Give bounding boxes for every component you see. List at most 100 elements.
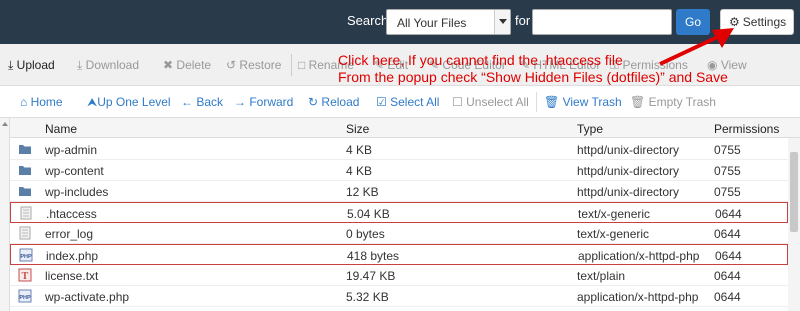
file-name[interactable]: error_log (45, 227, 93, 241)
forward-label: Forward (249, 95, 294, 109)
for-label: for (515, 13, 531, 28)
file-permissions: 0644 (714, 269, 741, 283)
scroll-up-icon[interactable] (2, 122, 8, 126)
file-size: 4 KB (346, 143, 373, 157)
download-button[interactable]: ⤓ Download (77, 58, 139, 73)
file-permissions: 0755 (714, 185, 741, 199)
back-button[interactable]: ← Back (181, 95, 223, 109)
svg-text:PHP: PHP (19, 295, 31, 301)
file-type: text/x-generic (577, 227, 650, 241)
file-permissions: 0644 (715, 207, 742, 221)
trash-icon: 🗑 (544, 95, 560, 109)
select-all-label: Select All (390, 95, 440, 109)
unselect-all-button[interactable]: ☐ Unselect All (452, 95, 529, 109)
arrow-right-icon: → (234, 95, 246, 109)
column-header-size[interactable]: Size (346, 122, 369, 136)
file-name[interactable]: license.txt (45, 269, 98, 283)
table-row[interactable]: PHP index.php 418 bytes application/x-httpd… (10, 244, 788, 265)
file-size: 19.47 KB (346, 269, 396, 283)
file-type: text/plain (577, 269, 626, 283)
file-permissions: 0644 (714, 227, 741, 241)
folder-icon (18, 184, 32, 198)
checkbox-empty-icon: ☐ (452, 95, 463, 109)
file-size: 4 KB (346, 164, 373, 178)
arrow-shaft (659, 32, 725, 66)
file-size: 12 KB (346, 185, 379, 199)
home-icon: ⌂ (20, 95, 28, 109)
file-size: 418 bytes (347, 249, 400, 263)
empty-trash-label: Empty Trash (648, 95, 716, 109)
restore-button[interactable]: ↺ Restore (226, 58, 281, 72)
annotation-arrow (659, 28, 734, 66)
download-label: Download (85, 58, 140, 72)
file-permissions: 0755 (714, 164, 741, 178)
table-row[interactable]: wp-includes 12 KB httpd/unix-directory 0755 (10, 181, 788, 202)
php-file-icon: PHP (19, 248, 33, 262)
table-row[interactable]: .htaccess 5.04 KB text/x-generic 0644 (10, 202, 788, 223)
rename-icon: □ (298, 58, 306, 72)
file-size: 0 bytes (346, 227, 385, 241)
restore-label: Restore (239, 58, 282, 72)
empty-trash-button[interactable]: 🗑 Empty Trash (630, 95, 716, 109)
up-one-level-button[interactable]: ⮝Up One Level (87, 95, 171, 110)
search-scope-value: All Your Files (397, 16, 467, 30)
scrollbar-thumb[interactable] (790, 152, 798, 232)
upload-button[interactable]: ⤓ Upload (8, 58, 55, 73)
svg-text:PHP: PHP (20, 254, 32, 260)
table-row[interactable]: error_log 0 bytes text/x-generic 0644 (10, 223, 788, 244)
up-one-level-label: Up One Level (97, 95, 171, 109)
file-type: text/x-generic (578, 207, 651, 221)
table-row[interactable]: wp-admin 4 KB httpd/unix-directory 0755 (10, 139, 788, 160)
column-header-name[interactable]: Name (45, 122, 77, 136)
text-file-icon (18, 226, 32, 240)
left-scrollbar[interactable] (0, 118, 10, 311)
file-size: 5.32 KB (346, 290, 389, 304)
table-row[interactable]: wp-content 4 KB httpd/unix-directory 0755 (10, 160, 788, 181)
table-row[interactable]: PHP wp-activate.php 5.32 KB application/x-h… (10, 286, 788, 307)
file-type: application/x-httpd-php (577, 290, 699, 304)
delete-button[interactable]: ✖ Delete (163, 58, 211, 72)
reload-button[interactable]: ↻ Reload (308, 95, 359, 109)
select-all-button[interactable]: ☑ Select All (376, 95, 439, 109)
right-scrollbar[interactable] (788, 138, 800, 311)
text-file-icon (19, 206, 33, 220)
file-type: application/x-httpd-php (578, 249, 700, 263)
file-name[interactable]: wp-activate.php (45, 290, 129, 304)
folder-icon (18, 163, 32, 177)
search-scope-select[interactable]: All Your Files (386, 9, 511, 35)
file-name[interactable]: index.php (46, 249, 98, 263)
download-icon: ⤓ (77, 58, 83, 72)
home-button[interactable]: ⌂ Home (20, 95, 63, 109)
chevron-down-icon[interactable] (494, 10, 510, 34)
php-file-icon: PHP (18, 289, 32, 303)
column-header-permissions[interactable]: Permissions (714, 122, 779, 136)
trash-icon: 🗑 (630, 95, 646, 109)
file-permissions: 0755 (714, 143, 741, 157)
file-permissions: 0644 (715, 249, 742, 263)
restore-icon: ↺ (226, 58, 237, 72)
view-trash-button[interactable]: 🗑 View Trash (544, 95, 622, 109)
table-header: Name Size Type Permissions (10, 118, 800, 138)
view-trash-label: View Trash (562, 95, 622, 109)
search-label: Search (347, 13, 389, 28)
home-label: Home (30, 95, 63, 109)
close-icon: ✖ (163, 58, 174, 72)
upload-icon: ⤓ (8, 58, 14, 72)
txt-file-icon: T (18, 268, 32, 282)
column-header-type[interactable]: Type (577, 122, 603, 136)
file-name[interactable]: wp-admin (45, 143, 97, 157)
arrow-left-icon: ← (181, 95, 193, 109)
file-name[interactable]: wp-content (45, 164, 104, 178)
file-permissions: 0644 (714, 290, 741, 304)
file-name[interactable]: wp-includes (45, 185, 108, 199)
unselect-all-label: Unselect All (466, 95, 529, 109)
file-type: httpd/unix-directory (577, 185, 680, 199)
table-row[interactable]: Tlicense.txt 19.47 KB text/plain 0644 (10, 265, 788, 286)
file-size: 5.04 KB (347, 207, 390, 221)
reload-label: Reload (321, 95, 360, 109)
forward-button[interactable]: → Forward (234, 95, 293, 109)
delete-label: Delete (176, 58, 212, 72)
file-name[interactable]: .htaccess (46, 207, 97, 221)
file-type: httpd/unix-directory (577, 164, 680, 178)
navigation-bar: ⌂ Home ⮝Up One Level ← Back → Forward ↻ … (0, 86, 800, 118)
